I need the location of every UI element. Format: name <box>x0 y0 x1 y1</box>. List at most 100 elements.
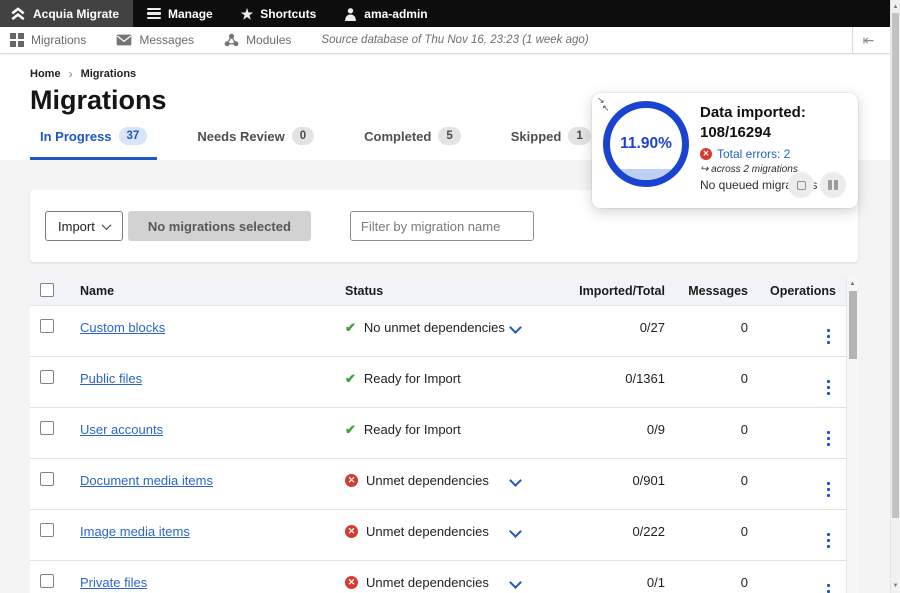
toolbar-item-messages[interactable]: Messages <box>116 33 194 47</box>
messages-count-value: 0 <box>665 561 748 593</box>
status-text: Unmet dependencies <box>366 473 489 488</box>
hamburger-icon <box>147 8 161 20</box>
status-check-icon: ✔ <box>345 371 356 386</box>
migration-name-link[interactable]: Public files <box>80 371 142 386</box>
pause-import-button[interactable] <box>820 172 846 198</box>
brand-acquia-migrate[interactable]: Acquia Migrate <box>0 0 133 27</box>
imported-total-value: 0/1361 <box>560 357 665 407</box>
tab-skipped[interactable]: Skipped 1 <box>501 127 601 160</box>
table-scroll-up-icon[interactable]: ▲ <box>847 281 858 287</box>
row-check-cell <box>30 408 66 458</box>
status-check-icon: ✔ <box>345 422 356 437</box>
page-scroll-down-icon[interactable]: ▼ <box>891 583 900 589</box>
row-name-cell: Image media items <box>66 510 345 560</box>
selection-status-button: No migrations selected <box>128 211 311 241</box>
messages-count-value: 0 <box>665 510 748 560</box>
row-operations-cell <box>748 357 846 407</box>
migrations-label: Migrations <box>31 33 86 47</box>
row-status-cell: ✕ Unmet dependencies <box>345 510 560 560</box>
table-row: User accounts ✔ Ready for Import 0/9 0 <box>30 407 846 458</box>
row-status-cell: ✕ Unmet dependencies <box>345 561 560 593</box>
status-check-icon: ✔ <box>345 320 356 335</box>
row-checkbox[interactable] <box>40 472 54 486</box>
migration-name-link[interactable]: User accounts <box>80 422 163 437</box>
header-imported-total: Imported/Total <box>560 284 665 298</box>
select-all-checkbox[interactable] <box>40 283 54 297</box>
brand-label: Acquia Migrate <box>33 7 119 21</box>
messages-count-value: 0 <box>665 306 748 356</box>
operations-kebab-icon[interactable] <box>821 531 837 551</box>
table-row: Document media items ✕ Unmet dependencie… <box>30 458 846 509</box>
acquia-migrate-app: Acquia Migrate Manage ★ Shortcuts ama-ad… <box>0 0 900 593</box>
row-name-cell: Private files <box>66 561 345 593</box>
toolbar-item-migrations[interactable]: Migrations <box>10 33 86 47</box>
row-check-cell <box>30 510 66 560</box>
breadcrumb: Home › Migrations <box>30 67 890 81</box>
topbar-item-manage[interactable]: Manage <box>133 0 227 27</box>
modules-molecule-icon <box>224 33 239 47</box>
across-text: across 2 migrations <box>711 164 798 175</box>
table-scrollbar: ▲ <box>846 277 858 593</box>
imported-total-value: 0/27 <box>560 306 665 356</box>
operations-kebab-icon[interactable] <box>821 582 837 593</box>
migration-name-link[interactable]: Private files <box>80 575 147 590</box>
status-text: Ready for Import <box>364 371 461 386</box>
tab-needs-review[interactable]: Needs Review 0 <box>187 127 324 160</box>
tab-count-badge: 37 <box>119 127 148 145</box>
user-icon <box>344 7 357 21</box>
total-errors-link[interactable]: Total errors: 2 <box>717 147 790 161</box>
messages-count-value: 0 <box>665 408 748 458</box>
import-label: Import <box>58 219 95 234</box>
row-checkbox[interactable] <box>40 574 54 588</box>
table-scrollbar-thumb[interactable] <box>849 291 857 359</box>
topbar-item-shortcuts[interactable]: ★ Shortcuts <box>227 0 331 27</box>
migration-name-link[interactable]: Custom blocks <box>80 320 165 335</box>
page-scroll-up-icon[interactable]: ▲ <box>891 4 900 10</box>
header-status: Status <box>345 284 560 298</box>
topbar-item-user[interactable]: ama-admin <box>330 0 441 27</box>
tab-label: Needs Review <box>197 129 284 144</box>
table-header-row: Name Status Imported/Total Messages Oper… <box>30 277 846 305</box>
row-name-cell: Document media items <box>66 459 345 509</box>
operations-kebab-icon[interactable] <box>821 429 837 449</box>
page-scrollbar: ▲ ▼ <box>890 0 900 593</box>
data-imported-line2: 108/16294 <box>700 123 852 143</box>
migrations-table-body: Custom blocks ✔ No unmet dependencies 0/… <box>30 305 858 593</box>
toolbar-item-modules[interactable]: Modules <box>224 33 291 47</box>
migration-name-link[interactable]: Image media items <box>80 524 190 539</box>
row-checkbox[interactable] <box>40 319 54 333</box>
row-status-cell: ✔ Ready for Import <box>345 408 560 458</box>
row-status-cell: ✔ Ready for Import <box>345 357 560 407</box>
collapse-card-icon[interactable]: ↘ ↖ <box>597 96 610 112</box>
import-dropdown-button[interactable]: Import <box>45 211 123 241</box>
progress-percent: 11.90% <box>620 135 672 153</box>
imported-total-value: 0/901 <box>560 459 665 509</box>
row-checkbox[interactable] <box>40 421 54 435</box>
manage-label: Manage <box>168 7 213 21</box>
collapse-toolbar-button[interactable]: ⇤ <box>852 27 884 53</box>
row-check-cell <box>30 357 66 407</box>
migrations-table: Name Status Imported/Total Messages Oper… <box>30 277 858 593</box>
migration-name-link[interactable]: Document media items <box>80 473 213 488</box>
row-status-cell: ✕ Unmet dependencies <box>345 459 560 509</box>
import-progress-card: ↘ ↖ 11.90% Data imported: 108/16294 ✕ To… <box>592 93 858 208</box>
row-operations-cell <box>748 561 846 593</box>
status-error-icon: ✕ <box>345 576 358 589</box>
header-operations: Operations <box>748 284 846 298</box>
operations-kebab-icon[interactable] <box>821 327 837 347</box>
shortcuts-label: Shortcuts <box>260 7 316 21</box>
row-checkbox[interactable] <box>40 370 54 384</box>
stop-import-button[interactable] <box>788 172 814 198</box>
row-checkbox[interactable] <box>40 523 54 537</box>
breadcrumb-home-link[interactable]: Home <box>30 68 61 80</box>
tab-label: Skipped <box>511 129 562 144</box>
status-text: Unmet dependencies <box>366 524 489 539</box>
pause-icon <box>828 180 838 190</box>
operations-kebab-icon[interactable] <box>821 480 837 500</box>
page-scrollbar-thumb[interactable] <box>892 13 899 518</box>
row-check-cell <box>30 306 66 356</box>
tab-in-progress[interactable]: In Progress 37 <box>30 127 157 160</box>
tab-completed[interactable]: Completed 5 <box>354 127 471 160</box>
migration-filter-input[interactable] <box>350 211 534 241</box>
operations-kebab-icon[interactable] <box>821 378 837 398</box>
